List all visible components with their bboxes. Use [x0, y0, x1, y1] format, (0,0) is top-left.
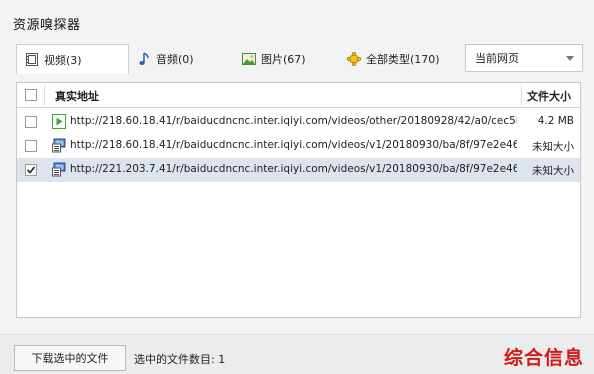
- row-url: http://218.60.18.41/r/baiducdncnc.inter.…: [70, 139, 517, 151]
- puzzle-icon: [347, 51, 361, 66]
- row-url: http://218.60.18.41/r/baiducdncnc.inter.…: [70, 115, 517, 127]
- row-url: http://221.203.7.41/r/baiducdncnc.inter.…: [70, 163, 517, 175]
- table-header: 真实地址 文件大小: [17, 83, 580, 108]
- tab-images[interactable]: 图片(67): [242, 44, 337, 73]
- download-selected-button[interactable]: 下载选中的文件: [14, 345, 126, 371]
- image-icon: [242, 52, 256, 66]
- row-checkbox[interactable]: [25, 140, 37, 152]
- tab-audio-label: 音频(0): [156, 52, 194, 66]
- type-tabs: 视频(3) 音频(0) 图片(67) 全部类型(170): [16, 44, 448, 74]
- column-divider: [44, 85, 45, 106]
- table-row[interactable]: http://221.203.7.41/r/baiducdncnc.inter.…: [17, 158, 580, 182]
- table-row[interactable]: http://218.60.18.41/r/baiducdncnc.inter.…: [17, 134, 580, 158]
- row-checkbox[interactable]: [25, 164, 37, 176]
- chevron-down-icon: [566, 56, 574, 61]
- tab-all-types[interactable]: 全部类型(170): [347, 44, 457, 73]
- tab-video[interactable]: 视频(3): [16, 44, 129, 74]
- tab-video-label: 视频(3): [44, 53, 82, 67]
- row-size: 未知大小: [532, 141, 574, 153]
- resource-sniffer-window: 资源嗅探器 视频(3) 音频(0) 图片(67) 全部类型(170) 当前网页 …: [0, 0, 594, 374]
- row-size: 4.2 MB: [537, 115, 574, 127]
- column-header-size[interactable]: 文件大小: [527, 88, 571, 104]
- scope-select-value: 当前网页: [475, 52, 519, 65]
- tab-all-types-label: 全部类型(170): [366, 52, 440, 66]
- select-all-checkbox[interactable]: [25, 89, 37, 101]
- media-file-icon: [52, 162, 66, 177]
- resource-list: 真实地址 文件大小 http://218.60.18.41/r/baiducdn…: [16, 82, 581, 318]
- checkmark-icon: [26, 166, 36, 174]
- video-file-icon: [25, 53, 39, 67]
- download-selected-label: 下载选中的文件: [31, 352, 109, 365]
- table-row[interactable]: http://218.60.18.41/r/baiducdncnc.inter.…: [17, 110, 580, 134]
- column-header-url[interactable]: 真实地址: [55, 88, 99, 104]
- column-divider: [521, 85, 522, 106]
- tab-audio[interactable]: 音频(0): [137, 44, 232, 73]
- scope-select[interactable]: 当前网页: [465, 44, 583, 72]
- row-checkbox[interactable]: [25, 116, 37, 128]
- selected-count-text: 选中的文件数目: 1: [134, 353, 226, 366]
- window-title: 资源嗅探器: [13, 18, 81, 33]
- music-note-icon: [137, 51, 151, 66]
- media-file-icon: [52, 138, 66, 153]
- video-play-icon: [52, 114, 66, 129]
- watermark-logo: 综合信息: [504, 347, 585, 369]
- row-size: 未知大小: [532, 165, 574, 177]
- tab-images-label: 图片(67): [261, 52, 306, 66]
